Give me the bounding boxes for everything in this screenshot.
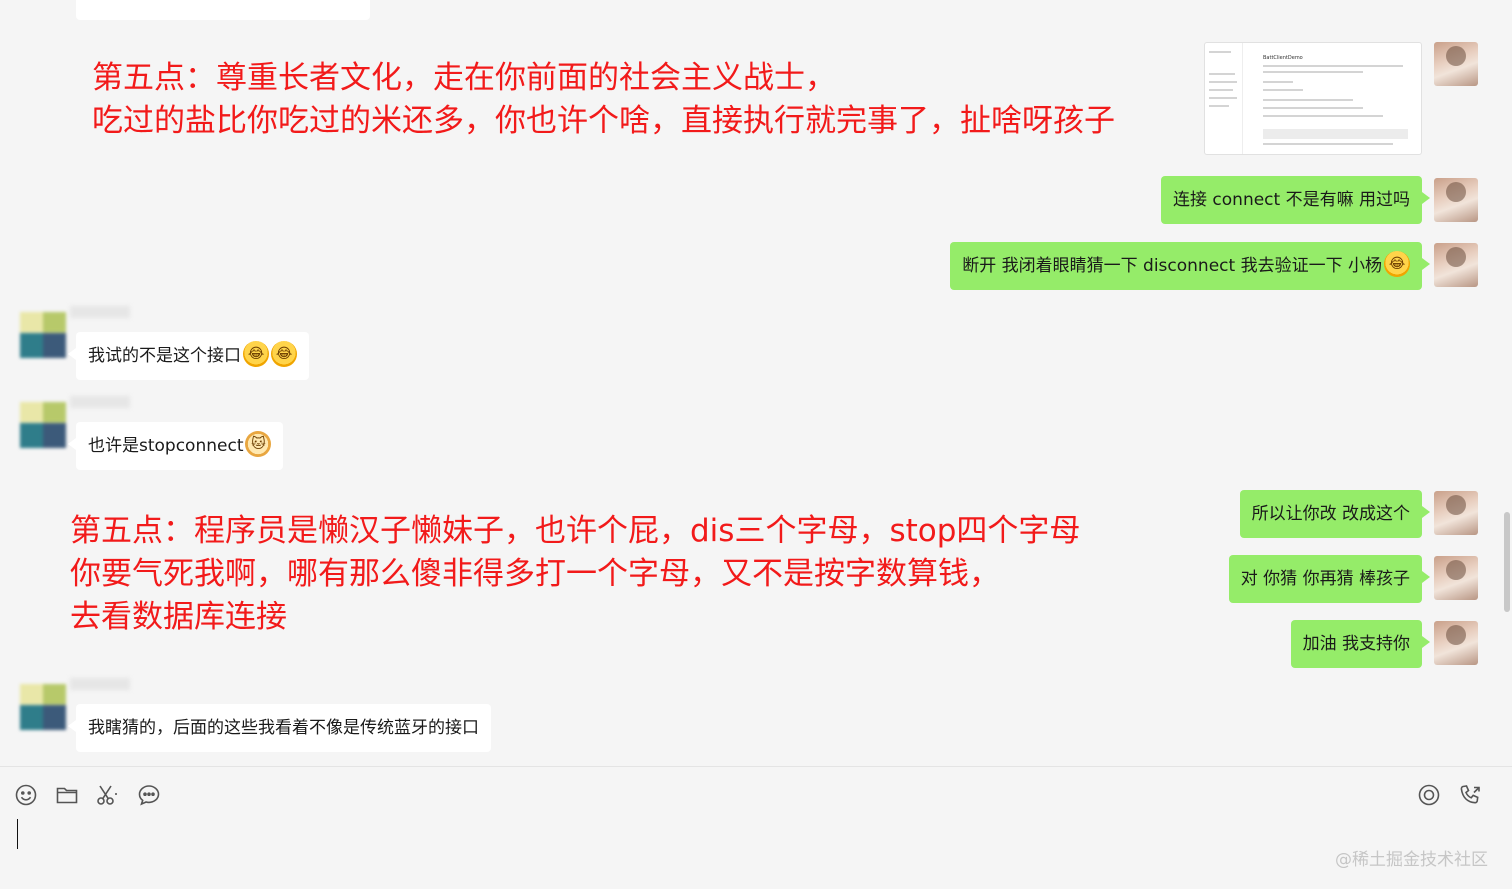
outgoing-message-bubble[interactable]: 对 你猜 你再猜 棒孩子: [1228, 555, 1431, 603]
live-icon[interactable]: [1417, 783, 1441, 807]
red-annotation-2: 第五点：程序员是懒汉子懒妹子，也许个屁，dis三个字母，stop四个字母 你要气…: [70, 510, 1080, 639]
message-text: 所以让你改 改成这个: [1251, 504, 1410, 524]
thumbnail-sidebar: [1205, 43, 1243, 154]
chat-scrollbar[interactable]: [1504, 512, 1510, 612]
message-text: 我试的不是这个接口: [88, 346, 241, 366]
phone-icon[interactable]: [1458, 783, 1482, 807]
cut-off-message-bubble: [76, 0, 370, 20]
sender-name-blurred: [70, 396, 130, 408]
my-avatar[interactable]: [1434, 178, 1478, 222]
contact-avatar[interactable]: [20, 684, 66, 730]
red-annotation-1: 第五点：尊重长者文化，走在你前面的社会主义战士， 吃过的盐比你吃过的米还多，你也…: [92, 57, 1115, 143]
sender-name-blurred: [70, 678, 130, 690]
sender-name-blurred: [70, 306, 130, 318]
contact-avatar[interactable]: [20, 312, 66, 358]
my-avatar[interactable]: [1434, 243, 1478, 287]
contact-avatar[interactable]: [20, 402, 66, 448]
laugh-cry-emoji-icon: 😂: [1384, 251, 1410, 277]
annotation-2-line-2: 你要气死我啊，哪有那么傻非得多打一个字母，又不是按字数算钱，: [70, 556, 1000, 592]
message-text: 加油 我支持你: [1302, 634, 1410, 654]
text-cursor: [17, 819, 18, 849]
thumbnail-title: BattClientDemo: [1263, 55, 1303, 61]
thumbnail-table: [1263, 129, 1408, 139]
chat-bubble-icon[interactable]: [137, 783, 161, 807]
chat-message-area[interactable]: 第五点：尊重长者文化，走在你前面的社会主义战士， 吃过的盐比你吃过的米还多，你也…: [0, 0, 1512, 766]
my-avatar[interactable]: [1434, 42, 1478, 86]
folder-icon[interactable]: [55, 783, 79, 807]
image-message-thumbnail[interactable]: BattClientDemo: [1204, 42, 1422, 155]
my-avatar[interactable]: [1434, 621, 1478, 665]
outgoing-message-bubble[interactable]: 连接 connect 不是有嘛 用过吗: [1161, 176, 1430, 224]
outgoing-message-bubble[interactable]: 加油 我支持你: [1290, 620, 1431, 668]
emoji-icon[interactable]: [14, 783, 38, 807]
outgoing-message-bubble[interactable]: 断开 我闭着眼睛猜一下 disconnect 我去验证一下 小杨 😂: [950, 242, 1430, 290]
incoming-message-bubble[interactable]: 我试的不是这个接口 😂 😂: [68, 332, 309, 380]
annotation-1-line-1: 第五点：尊重长者文化，走在你前面的社会主义战士，: [92, 60, 836, 96]
outgoing-message-bubble[interactable]: 所以让你改 改成这个: [1239, 490, 1431, 538]
message-text: 对 你猜 你再猜 棒孩子: [1240, 569, 1410, 589]
scissors-icon[interactable]: [95, 783, 119, 807]
my-avatar[interactable]: [1434, 491, 1478, 535]
message-text: 我瞎猜的，后面的这些我看着不像是传统蓝牙的接口: [88, 718, 479, 738]
laugh-cry-emoji-icon: 😂: [271, 341, 297, 367]
annotation-2-line-1: 第五点：程序员是懒汉子懒妹子，也许个屁，dis三个字母，stop四个字母: [70, 513, 1081, 549]
incoming-message-bubble[interactable]: 我瞎猜的，后面的这些我看着不像是传统蓝牙的接口: [68, 704, 491, 752]
cat-emoji-icon: 🐱: [245, 431, 272, 457]
annotation-1-line-2: 吃过的盐比你吃过的米还多，你也许个啥，直接执行就完事了，扯啥呀孩子: [92, 103, 1115, 139]
watermark-text: @稀土掘金技术社区: [1335, 850, 1488, 870]
message-input-area[interactable]: @稀土掘金技术社区: [0, 766, 1512, 889]
annotation-2-line-3: 去看数据库连接: [70, 599, 287, 635]
message-text: 断开 我闭着眼睛猜一下 disconnect 我去验证一下 小杨: [962, 256, 1382, 276]
message-text: 也许是stopconnect: [88, 436, 244, 456]
message-text: 连接 connect 不是有嘛 用过吗: [1173, 190, 1410, 210]
incoming-message-bubble[interactable]: 也许是stopconnect 🐱: [67, 422, 284, 470]
laugh-cry-emoji-icon: 😂: [243, 341, 269, 367]
my-avatar[interactable]: [1434, 556, 1478, 600]
